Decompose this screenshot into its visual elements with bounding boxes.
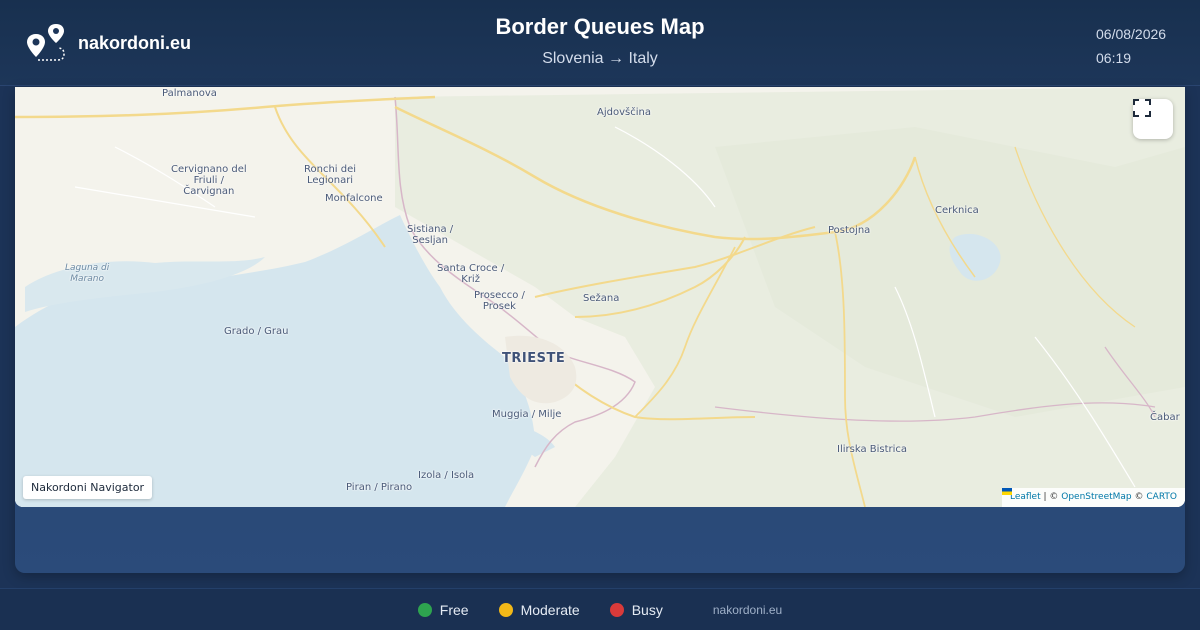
ukraine-flag-icon (1001, 488, 1012, 495)
fullscreen-icon (1133, 99, 1151, 117)
place-cervignano: Cervignano del Friuli / Čarvignan (171, 164, 247, 197)
place-grado: Grado / Grau (224, 326, 289, 337)
legend-moderate: Moderate (498, 601, 580, 618)
map-pins-route-icon (27, 24, 65, 61)
place-laguna: Laguna di Marano (65, 263, 110, 284)
place-izola: Izola / Isola (418, 470, 475, 481)
footer-site: nakordoni.eu (712, 602, 783, 617)
place-santa-croce: Santa Croce / Križ (437, 263, 505, 285)
title-block: Border Queues Map Slovenia → Italy (300, 14, 900, 68)
date-text: 06/08/2026 (1096, 26, 1167, 42)
navigator-badge[interactable]: Nakordoni Navigator (23, 476, 153, 499)
place-cerknica: Cerknica (935, 205, 979, 216)
time-text: 06:19 (1096, 50, 1132, 66)
place-ajdovscina: Ajdovščina (597, 107, 651, 118)
place-postojna: Postojna (828, 225, 871, 236)
route-subtitle: Slovenia → Italy (542, 50, 658, 67)
legend-busy: Busy (609, 601, 663, 618)
busy-dot (609, 602, 624, 617)
datetime: 06/08/2026 06:19 (1096, 22, 1176, 70)
map[interactable]: Palmanova Ajdovščina Cervignano del Friu… (15, 87, 1185, 507)
app-header: nakordoni.eu Border Queues Map Slovenia … (0, 0, 1200, 86)
leaflet-link[interactable]: Leaflet (1010, 492, 1041, 502)
place-sezana: Sežana (583, 293, 620, 304)
osm-link[interactable]: OpenStreetMap (1061, 492, 1131, 502)
map-attribution: Leaflet | © OpenStreetMap © CARTO (1001, 488, 1185, 507)
legend-free-label: Free (439, 601, 469, 618)
place-sistiana: Sistiana / Sesljan (407, 224, 454, 246)
site-name: nakordoni.eu (78, 32, 192, 53)
page-title: Border Queues Map (495, 14, 705, 39)
free-dot (417, 602, 432, 617)
attribution-sep-2: © (1131, 492, 1147, 502)
fullscreen-button[interactable] (1133, 99, 1173, 139)
place-prosecco: Prosecco / Prosek (474, 290, 525, 312)
place-monfalcone: Monfalcone (325, 193, 383, 204)
legend-busy-label: Busy (631, 601, 663, 618)
legend-footer: Free Moderate Busy nakordoni.eu (0, 588, 1200, 630)
place-palmanova: Palmanova (162, 88, 217, 99)
place-muggia: Muggia / Milje (492, 409, 562, 420)
attribution-sep-1: | © (1040, 492, 1062, 502)
place-piran: Piran / Pirano (346, 482, 413, 493)
place-ilirska-bistrica: Ilirska Bistrica (837, 444, 908, 455)
brand[interactable]: nakordoni.eu (24, 22, 191, 64)
carto-link[interactable]: CARTO (1146, 492, 1177, 502)
legend-free: Free (417, 601, 469, 618)
place-cabar: Čabar (1150, 412, 1180, 423)
place-ronchi: Ronchi dei Legionari (304, 164, 357, 186)
map-panel: Palmanova Ajdovščina Cervignano del Friu… (15, 87, 1185, 573)
legend-moderate-label: Moderate (520, 601, 580, 618)
moderate-dot (498, 602, 513, 617)
place-trieste: TRIESTE (502, 351, 566, 366)
